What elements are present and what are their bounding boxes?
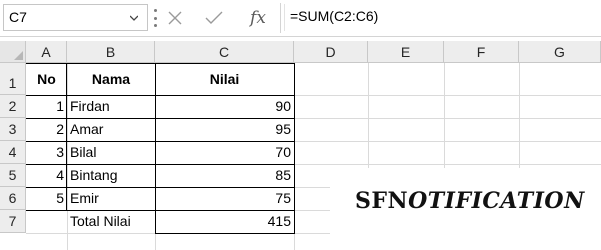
- total-value[interactable]: 415: [155, 210, 294, 233]
- row-header-7[interactable]: 7: [0, 210, 26, 233]
- header-nama[interactable]: Nama: [67, 63, 155, 95]
- select-all-icon: [14, 51, 23, 60]
- name-box-value: C7: [9, 9, 27, 25]
- column-header-c[interactable]: C: [155, 41, 294, 63]
- cell-nilai[interactable]: 95: [155, 118, 294, 141]
- header-no[interactable]: No: [26, 63, 67, 95]
- formula-bar: C7 fx =SUM(C2:C6): [0, 0, 601, 37]
- cell-no[interactable]: 4: [26, 164, 67, 187]
- row-header-5[interactable]: 5: [0, 164, 26, 187]
- column-header-b[interactable]: B: [67, 41, 155, 63]
- close-icon: [168, 11, 182, 25]
- column-header-a[interactable]: A: [26, 41, 67, 63]
- column-header-g[interactable]: G: [519, 41, 601, 63]
- cell-no[interactable]: 2: [26, 118, 67, 141]
- checkmark-icon: [205, 11, 223, 24]
- table-border: [155, 233, 295, 234]
- insert-function-button[interactable]: fx: [247, 7, 269, 29]
- cell-no[interactable]: 5: [26, 187, 67, 210]
- row-header-1[interactable]: 1: [0, 63, 26, 95]
- cell-nama[interactable]: Firdan: [67, 95, 155, 118]
- row-header-4[interactable]: 4: [0, 141, 26, 164]
- chevron-down-icon[interactable]: [130, 14, 138, 22]
- row-header-3[interactable]: 3: [0, 118, 26, 141]
- cell-nilai[interactable]: 75: [155, 187, 294, 210]
- column-header-f[interactable]: F: [444, 41, 519, 63]
- row-header-2[interactable]: 2: [0, 95, 26, 118]
- formula-bar-divider: [280, 3, 281, 33]
- formula-text: =SUM(C2:C6): [290, 8, 379, 24]
- table-border: [294, 63, 295, 234]
- total-label[interactable]: Total Nilai: [67, 210, 155, 233]
- cell-nama[interactable]: Bintang: [67, 164, 155, 187]
- select-all-button[interactable]: [0, 41, 26, 63]
- cell-nama[interactable]: Bilal: [67, 141, 155, 164]
- header-nilai[interactable]: Nilai: [155, 63, 294, 95]
- cell-no[interactable]: 1: [26, 95, 67, 118]
- name-box[interactable]: C7: [3, 4, 148, 31]
- row-header-6[interactable]: 6: [0, 187, 26, 210]
- cancel-button[interactable]: [164, 7, 186, 29]
- column-header-d[interactable]: D: [294, 41, 368, 63]
- formula-input[interactable]: =SUM(C2:C6): [284, 4, 599, 31]
- fx-icon: fx: [250, 8, 266, 28]
- watermark-rest: OTIFICATION: [408, 188, 585, 214]
- cell-nilai[interactable]: 90: [155, 95, 294, 118]
- cell-nama[interactable]: Emir: [67, 187, 155, 210]
- cell-nilai[interactable]: 85: [155, 164, 294, 187]
- more-options-icon[interactable]: [152, 9, 158, 27]
- cell-nilai[interactable]: 70: [155, 141, 294, 164]
- enter-button[interactable]: [203, 7, 225, 29]
- cell-no[interactable]: 3: [26, 141, 67, 164]
- watermark: SFNOTIFICATION: [355, 188, 585, 214]
- cell-nama[interactable]: Amar: [67, 118, 155, 141]
- watermark-prefix: SFN: [355, 188, 409, 214]
- column-header-e[interactable]: E: [368, 41, 444, 63]
